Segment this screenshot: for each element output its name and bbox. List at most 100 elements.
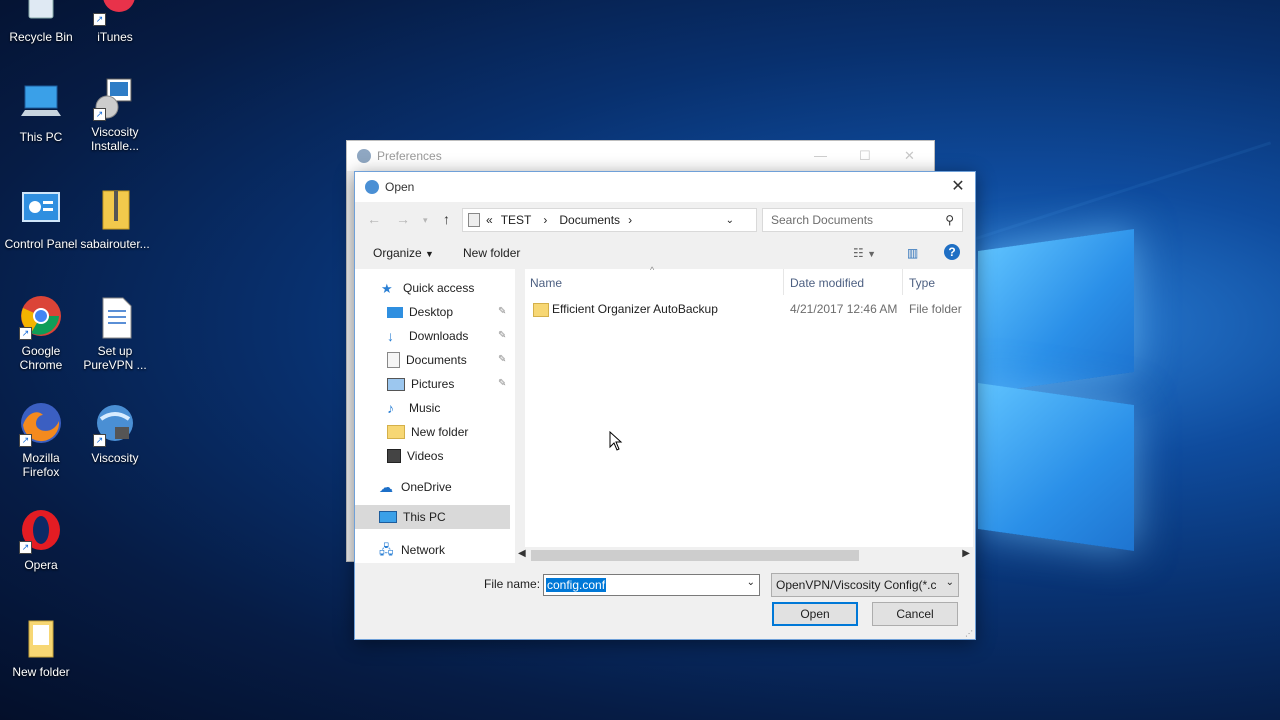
address-bar[interactable]: « TEST › Documents › ⌄ ↻ [462, 208, 774, 232]
file-type: File folder [909, 302, 962, 316]
network-icon: 🖧 [379, 542, 394, 557]
breadcrumb-documents[interactable]: Documents [559, 213, 620, 227]
file-type-value: OpenVPN/Viscosity Config(*.cc [776, 578, 936, 592]
nav-item-videos[interactable]: Videos [387, 446, 443, 466]
recent-locations-chevron-icon[interactable]: ▾ [423, 215, 428, 226]
desktop-icon-recycle-bin[interactable]: Recycle Bin [3, 0, 79, 44]
column-divider[interactable] [902, 269, 903, 295]
resize-grip-icon[interactable]: ⋰ [965, 629, 973, 638]
organize-label: Organize [373, 246, 422, 260]
dialog-footer: File name: config.conf ⌄ OpenVPN/Viscosi… [355, 564, 975, 639]
nav-item-pictures[interactable]: Pictures [387, 374, 454, 394]
pictures-icon [387, 377, 405, 391]
pin-icon[interactable]: ✎ [498, 330, 506, 341]
desktop-icon-label: Recycle Bin [9, 30, 73, 44]
desktop-icon-sabairouter[interactable]: sabairouter... [77, 189, 153, 251]
viscosity-icon: ↗ [93, 403, 137, 447]
column-header-name[interactable]: Name [530, 276, 562, 290]
pin-icon[interactable]: ✎ [498, 306, 506, 317]
desktop-icon-label: New folder [12, 665, 70, 679]
nav-item-music[interactable]: ♪ Music [387, 398, 440, 418]
address-overflow[interactable]: « [486, 213, 493, 227]
file-name-field[interactable]: config.conf ⌄ [543, 574, 760, 596]
desktop-icon-label: This PC [19, 130, 63, 144]
nav-label: Pictures [411, 377, 455, 391]
close-button[interactable]: ✕ [947, 176, 969, 198]
column-divider[interactable] [783, 269, 784, 295]
scroll-right-icon[interactable]: ▶ [962, 548, 970, 559]
scrollbar-thumb[interactable] [531, 550, 859, 561]
chevron-down-icon: ▼ [425, 249, 434, 259]
breadcrumb-separator-icon[interactable]: › [543, 213, 547, 227]
nav-label: Videos [407, 449, 444, 463]
desktop-icon-viscosity[interactable]: ↗ Viscosity [77, 403, 153, 465]
address-dropdown-icon[interactable]: ⌄ [726, 215, 734, 226]
desktop-icon-mozilla-firefox[interactable]: ↗ Mozilla Firefox [3, 403, 79, 479]
nav-network[interactable]: 🖧 Network [379, 540, 445, 560]
desktop-icon-label: Control Panel [4, 237, 78, 251]
desktop-icon-control-panel[interactable]: Control Panel [3, 189, 79, 251]
open-button[interactable]: Open [772, 602, 858, 626]
shortcut-arrow-icon: ↗ [19, 541, 32, 554]
nav-this-pc[interactable]: This PC [355, 505, 510, 529]
desktop-icon-purevpn-setup[interactable]: Set up PureVPN ... [77, 296, 153, 372]
nav-item-documents[interactable]: Documents [387, 350, 467, 370]
desktop-icon-label: Google Chrome [19, 344, 63, 372]
pin-icon[interactable]: ✎ [498, 378, 506, 389]
pin-icon[interactable]: ✎ [498, 354, 506, 365]
back-arrow-icon[interactable]: ← [367, 211, 381, 227]
desktop-icon-google-chrome[interactable]: ↗ Google Chrome [3, 296, 79, 372]
desktop-icon-new-folder[interactable]: New folder [3, 617, 79, 679]
desktop-icon-itunes[interactable]: ↗ iTunes [77, 0, 153, 44]
nav-item-new-folder[interactable]: New folder [387, 422, 468, 442]
desktop-icon-opera[interactable]: ↗ Opera [3, 510, 79, 572]
scroll-left-icon[interactable]: ◀ [518, 548, 526, 559]
folder-icon [387, 425, 405, 439]
shortcut-arrow-icon: ↗ [93, 108, 106, 121]
horizontal-scrollbar[interactable]: ◀ ▶ [515, 547, 973, 564]
organize-button[interactable]: Organize ▼ [373, 246, 434, 260]
breadcrumb-separator-icon[interactable]: › [628, 213, 632, 227]
viscosity-icon [365, 180, 379, 194]
nav-item-desktop[interactable]: Desktop [387, 302, 453, 322]
breadcrumb-test[interactable]: TEST [501, 213, 532, 227]
music-note-icon: ♪ [387, 400, 394, 416]
nav-quick-access[interactable]: ★ Quick access [381, 278, 474, 298]
installer-icon: ↗ [93, 77, 137, 121]
computer-icon [379, 511, 397, 523]
file-type-select[interactable]: OpenVPN/Viscosity Config(*.cc ⌄ [771, 573, 959, 597]
chevron-down-icon[interactable]: ⌄ [747, 577, 755, 588]
preferences-titlebar: Preferences — ☐ ✕ [347, 141, 934, 171]
file-name-input[interactable]: config.conf [546, 578, 607, 592]
nav-onedrive[interactable]: ☁ OneDrive [379, 477, 452, 497]
preview-pane-icon[interactable]: ▥ [907, 246, 918, 260]
cloud-icon: ☁ [379, 479, 393, 495]
search-icon: ⚲ [945, 213, 954, 227]
file-row[interactable]: Efficient Organizer AutoBackup 4/21/2017… [525, 299, 973, 319]
up-arrow-icon[interactable]: ↑ [443, 211, 450, 227]
opera-icon: ↗ [19, 510, 63, 554]
desktop-icon-this-pc[interactable]: This PC [3, 82, 79, 144]
control-panel-icon [19, 189, 63, 233]
cancel-button[interactable]: Cancel [872, 602, 958, 626]
open-dialog: Open ✕ ← → ▾ ↑ « TEST › Documents › ⌄ ↻ … [354, 171, 976, 640]
desktop-icon-label: sabairouter... [80, 237, 150, 251]
desktop-icon-viscosity-installer[interactable]: ↗ Viscosity Installe... [77, 77, 153, 153]
nav-item-downloads[interactable]: ↓ Downloads [387, 326, 468, 346]
new-folder-button[interactable]: New folder [463, 246, 520, 260]
folder-icon [19, 617, 63, 661]
column-header-type[interactable]: Type [909, 276, 935, 290]
column-header-date-modified[interactable]: Date modified [790, 276, 864, 290]
maximize-button[interactable]: ☐ [859, 148, 871, 164]
search-box[interactable]: Search Documents ⚲ [762, 208, 963, 232]
preferences-title: Preferences [377, 149, 442, 163]
close-button[interactable]: ✕ [904, 148, 915, 164]
videos-icon [387, 449, 401, 463]
change-view-icon[interactable]: ☷ ▼ [853, 246, 876, 260]
minimize-button[interactable]: — [814, 148, 827, 163]
search-input[interactable]: Search Documents [771, 213, 873, 227]
forward-arrow-icon[interactable]: → [396, 211, 410, 227]
nav-label: Network [401, 543, 446, 557]
desktop-icon [387, 306, 403, 318]
help-icon[interactable]: ? [944, 244, 960, 260]
